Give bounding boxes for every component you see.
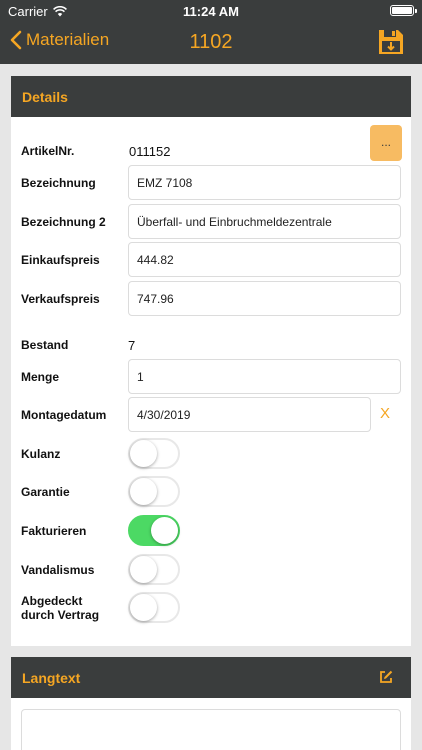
fakturieren-toggle[interactable] — [128, 515, 180, 546]
abgedeckt-label-line1: Abgedeckt — [21, 594, 83, 608]
bezeichnung-2-input[interactable]: Überfall- und Einbruchmeldezentrale — [128, 204, 401, 239]
artikelnr-value: 011152 — [129, 144, 171, 159]
row-menge: Menge 1 — [11, 359, 411, 395]
langtext-header: Langtext — [11, 657, 411, 698]
status-bar: Carrier 11:24 AM — [0, 0, 422, 22]
row-artikelnr: ArtikelNr. 011152 ... — [11, 125, 411, 169]
row-bezeichnung: Bezeichnung EMZ 7108 — [11, 165, 411, 201]
artikel-select-button[interactable]: ... — [370, 125, 402, 161]
row-verkaufspreis: Verkaufspreis 747.96 — [11, 281, 411, 317]
row-montagedatum: Montagedatum 4/30/2019 X — [11, 397, 411, 433]
row-bestand: Bestand 7 — [11, 327, 411, 363]
abgedeckt-toggle[interactable] — [128, 592, 180, 623]
details-card: Details ArtikelNr. 011152 ... Bezeichnun… — [11, 76, 411, 646]
menge-label: Menge — [21, 370, 60, 384]
battery-icon — [390, 5, 417, 16]
menge-input[interactable]: 1 — [128, 359, 401, 394]
top-bar: Carrier 11:24 AM Materialien 1102 — [0, 0, 422, 64]
row-vandalismus: Vandalismus — [11, 552, 411, 588]
montagedatum-input[interactable]: 4/30/2019 — [128, 397, 371, 432]
artikelnr-label: ArtikelNr. — [21, 144, 75, 158]
row-abgedeckt: Abgedeckt durch Vertrag — [11, 590, 411, 626]
row-kulanz: Kulanz — [11, 436, 411, 472]
langtext-card: Langtext — [11, 657, 411, 750]
kulanz-toggle[interactable] — [128, 438, 180, 469]
verkaufspreis-input[interactable]: 747.96 — [128, 281, 401, 316]
row-fakturieren: Fakturieren — [11, 513, 411, 549]
fakturieren-label: Fakturieren — [21, 524, 87, 538]
vandalismus-label: Vandalismus — [21, 563, 95, 577]
edit-icon[interactable] — [379, 670, 393, 684]
status-time: 11:24 AM — [183, 4, 239, 19]
save-download-icon[interactable] — [378, 29, 404, 55]
garantie-toggle[interactable] — [128, 476, 180, 507]
montagedatum-label: Montagedatum — [21, 408, 107, 422]
garantie-label: Garantie — [21, 485, 70, 499]
bestand-label: Bestand — [21, 338, 69, 352]
langtext-textarea[interactable] — [21, 709, 401, 750]
details-header: Details — [11, 76, 411, 117]
bestand-value: 7 — [128, 338, 136, 353]
abgedeckt-label-line2: durch Vertrag — [21, 608, 100, 622]
einkaufspreis-input[interactable]: 444.82 — [128, 242, 401, 277]
vandalismus-toggle[interactable] — [128, 554, 180, 585]
row-garantie: Garantie — [11, 474, 411, 510]
bezeichnung-label: Bezeichnung — [21, 176, 96, 190]
abgedeckt-label: Abgedeckt durch Vertrag — [21, 594, 99, 622]
langtext-title: Langtext — [22, 670, 81, 686]
bezeichnung-2-label: Bezeichnung 2 — [21, 215, 106, 229]
row-bezeichnung-2: Bezeichnung 2 Überfall- und Einbruchmeld… — [11, 204, 411, 240]
kulanz-label: Kulanz — [21, 447, 61, 461]
row-einkaufspreis: Einkaufspreis 444.82 — [11, 242, 411, 278]
page-title: 1102 — [189, 31, 233, 53]
bezeichnung-input[interactable]: EMZ 7108 — [128, 165, 401, 200]
clear-date-button[interactable]: X — [380, 405, 390, 422]
einkaufspreis-label: Einkaufspreis — [21, 253, 100, 267]
navigation-bar: Materialien 1102 — [0, 22, 422, 64]
verkaufspreis-label: Verkaufspreis — [21, 292, 100, 306]
